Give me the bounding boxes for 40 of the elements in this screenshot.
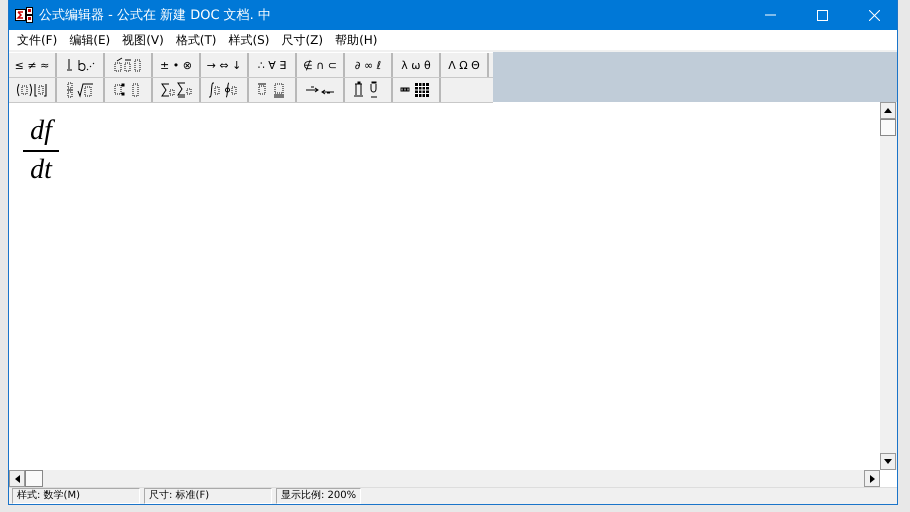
down-arrow-icon xyxy=(884,459,892,464)
scroll-down-button[interactable] xyxy=(880,453,896,470)
window-title: 公式编辑器 - 公式在 新建 DOC 文档. 中 xyxy=(39,7,272,24)
numerator: df xyxy=(27,116,55,147)
menu-item[interactable]: 视图(V) xyxy=(116,32,170,48)
symbol-palette-button[interactable]: → ⇔ ↓ xyxy=(201,53,249,77)
fence-template-icon xyxy=(15,81,49,99)
menu-item[interactable]: 尺寸(Z) xyxy=(275,32,330,48)
scroll-right-button[interactable] xyxy=(864,470,880,487)
status-field: 尺寸: 标准(F) xyxy=(144,488,272,504)
menu-item[interactable]: 帮助(H) xyxy=(329,32,384,48)
app-icon xyxy=(15,7,33,23)
minimize-icon xyxy=(764,14,776,16)
menu-item[interactable]: 格式(T) xyxy=(170,32,222,48)
symbol-palette-button[interactable]: ∂ ∞ ℓ xyxy=(345,53,393,77)
fraction-bar xyxy=(23,150,59,152)
up-arrow-icon xyxy=(884,108,892,113)
symbol-palette-button[interactable]: Λ Ω Θ xyxy=(441,53,489,77)
status-field: 样式: 数学(M) xyxy=(12,488,140,504)
scroll-thumb[interactable] xyxy=(25,470,43,487)
symbol-palette-button[interactable]: ∴ ∀ ∃ xyxy=(249,53,297,77)
menu-item[interactable]: 样式(S) xyxy=(222,32,276,48)
vertical-scrollbar[interactable] xyxy=(880,102,897,470)
left-arrow-icon xyxy=(14,474,20,482)
menu-item[interactable]: 文件(F) xyxy=(11,32,64,48)
symbol-palette-button[interactable]: ≤ ≠ ≈ xyxy=(9,53,57,77)
scroll-left-button[interactable] xyxy=(9,470,25,487)
scroll-thumb[interactable] xyxy=(880,119,896,136)
maximize-icon xyxy=(816,10,828,20)
symbol-palette-button[interactable]: ± • ⊗ xyxy=(153,53,201,77)
summation-template-icon xyxy=(159,81,193,99)
status-field: 显示比例: 200% xyxy=(276,488,362,504)
symbol-palette-button[interactable]: λ ω θ xyxy=(393,53,441,77)
denominator: dt xyxy=(29,154,54,186)
symbol-palette-button[interactable]: ∉ ∩ ⊂ xyxy=(297,53,345,77)
horizontal-scrollbar[interactable] xyxy=(9,470,880,487)
close-icon xyxy=(868,10,880,20)
menu-item[interactable]: 编辑(E) xyxy=(63,32,116,48)
right-arrow-icon xyxy=(870,474,874,482)
scroll-up-button[interactable] xyxy=(880,102,896,119)
